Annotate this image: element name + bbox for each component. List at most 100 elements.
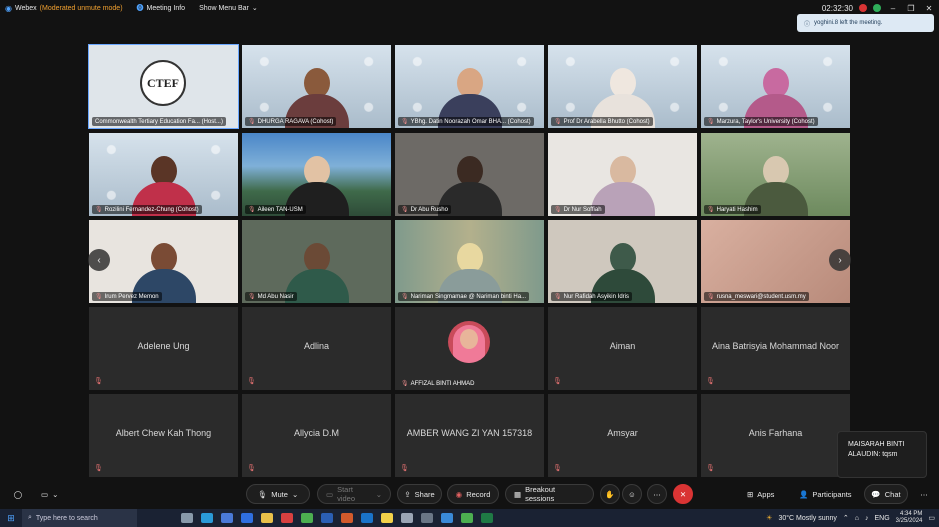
participant-name: Haryati Hashim [716,206,758,213]
participant-label: 🎙 Haryati Hashim [704,205,761,214]
notifications-icon[interactable]: ▭ [928,514,935,522]
participant-tile[interactable]: Adlina 🎙 [242,307,391,390]
participant-tile[interactable]: 🎙 Haryati Hashim [701,133,850,216]
participant-label: 🎙 AFFIZAL BINTI AHMAD [398,379,477,388]
security-status-icon [873,4,881,12]
sticky-notes-icon[interactable] [381,513,393,523]
calculator-icon[interactable] [421,513,433,523]
participants-button[interactable]: 👤 Participants [790,484,861,504]
more-icon: ⋯ [653,489,661,499]
chevron-up-icon[interactable]: ⌃ [843,514,849,522]
file-explorer-icon[interactable] [261,513,273,523]
previous-page-button[interactable]: ‹ [88,249,110,271]
mute-button[interactable]: 🎙 Mute ⌄ [246,484,310,504]
participant-tile[interactable]: 🎙 Nur Rafidah Asyikin Idris [548,220,697,303]
windows-start-icon[interactable]: ⊞ [0,513,22,524]
meeting-info-button[interactable]: ⓿ Meeting Info [137,3,186,13]
dropbox-icon[interactable] [241,513,253,523]
participant-tile[interactable]: 🎙 YBhg. Datin Noorazah Omar BHA... (Cohos… [395,45,544,128]
taskbar-apps [181,513,493,523]
participant-tile[interactable]: AMBER WANG ZI YAN 157318 🎙 [395,394,544,477]
participant-tile[interactable]: Amsyar 🎙 [548,394,697,477]
participant-tile[interactable]: 🎙 Rozilini Fernandez-Chung (Cohost) [89,133,238,216]
participant-tile[interactable]: 🎙 AFFIZAL BINTI AHMAD [395,307,544,390]
acrobat-icon[interactable] [281,513,293,523]
leave-meeting-button[interactable]: ✕ [673,484,693,504]
mic-muted-icon: 🎙 [401,294,409,300]
participant-tile[interactable]: 🎙 Prof Dr Arabella Bhutto (Cohost) [548,45,697,128]
apps-button[interactable]: ⊞ Apps [738,484,783,504]
participant-tile[interactable]: Anis Farhana 🎙 [701,394,850,477]
more-options-button[interactable]: ⋯ [647,484,667,504]
chevron-left-icon: ‹ [97,254,101,266]
participant-tile[interactable]: Albert Chew Kah Thong 🎙 [89,394,238,477]
participant-tile[interactable]: 🎙 DHURGA RAGAVA (Cohost) [242,45,391,128]
participant-tile[interactable]: 🎙 Md Abu Nasir [242,220,391,303]
participant-tile[interactable]: Aiman 🎙 [548,307,697,390]
raise-hand-button[interactable]: ✋ [600,484,620,504]
language-indicator[interactable]: ENG [875,515,890,522]
volume-icon[interactable]: ♪ [865,515,869,522]
mic-muted-icon: 🎙 [401,381,409,387]
task-view-icon[interactable] [181,513,193,523]
mic-muted-icon: 🎙 [553,378,562,385]
chevron-down-icon: ⌄ [52,489,59,499]
close-icon[interactable]: ✕ [923,4,935,13]
chrome-icon[interactable] [301,513,313,523]
excel-icon[interactable] [481,513,493,523]
captions-button[interactable]: ▭ ⌄ [32,484,67,504]
reactions-button[interactable]: ◯ [8,484,28,504]
weather-icon: ☀ [766,515,773,522]
show-menu-bar-button[interactable]: Show Menu Bar ⌄ [199,4,258,13]
apps-icon: ⊞ [747,489,754,499]
participant-tile[interactable]: 🎙 Dr Nur Soffiah [548,133,697,216]
outlook-icon[interactable] [361,513,373,523]
word-icon[interactable] [321,513,333,523]
taskbar-search[interactable]: ⌕ Type here to search [22,509,137,527]
reactions-emoji-button[interactable]: ☺ [622,484,642,504]
clock[interactable]: 4:34 PM 3/25/2024 [896,511,923,525]
chevron-down-icon: ⌄ [291,489,299,499]
webex-icon[interactable] [441,513,453,523]
weather-text[interactable]: 30°C Mostly sunny [778,515,836,522]
app-name: Webex [14,4,37,12]
restore-icon[interactable]: ❐ [905,4,917,13]
start-video-button[interactable]: ▭ Start video ⌄ [317,484,391,504]
participant-tile[interactable]: 🎙 Nariman Singmamae @ Nariman binti Ha... [395,220,544,303]
breakout-sessions-button[interactable]: ▦ Breakout sessions [505,484,594,504]
participant-tile[interactable]: Allycia D.M 🎙 [242,394,391,477]
participant-tile[interactable]: Aina Batrisyia Mohammad Noor 🎙 [701,307,850,390]
participant-name: rusna_meswari@student.usm.my [716,293,806,300]
participant-tile[interactable]: 🎙 Marzura, Taylor's University (Cohost) [701,45,850,128]
participant-tile[interactable]: 🎙 Dr Abu Rusho [395,133,544,216]
participant-tile[interactable]: 🎙 Aileen TAN-USM [242,133,391,216]
network-icon[interactable]: ⌂ [855,515,859,522]
hand-icon: ✋ [605,489,615,499]
next-page-button[interactable]: › [829,249,851,271]
chat-button[interactable]: 💬 Chat [864,484,908,504]
mic-muted-icon: 🎙 [554,119,562,125]
record-button[interactable]: ◉ Record [447,484,499,504]
participant-tile[interactable]: 🎙 Irum Pervez Memon [89,220,238,303]
edge-icon[interactable] [201,513,213,523]
meeting-info-label: Meeting Info [146,4,186,12]
app-icon[interactable] [401,513,413,523]
chevron-down-icon: ⌄ [375,489,382,499]
powerpoint-icon[interactable] [341,513,353,523]
participant-tile[interactable]: 🎙 rusna_meswari@student.usm.my [701,220,850,303]
mic-muted-icon: 🎙 [707,294,715,300]
store-icon[interactable] [221,513,233,523]
participant-name: AFFIZAL BINTI AHMAD [410,380,475,387]
participant-name: Adelene Ung [137,341,190,351]
share-button[interactable]: ⇪ Share [397,484,442,504]
participant-label: 🎙 Nur Rafidah Asyikin Idris [551,292,632,301]
chrome-icon[interactable] [461,513,473,523]
smiley-icon: ☺ [628,489,636,499]
panel-options-button[interactable]: ⋯ [914,484,934,504]
chat-message-popup[interactable]: MAISARAH BINTI ALAUDIN: tqsm [837,431,927,478]
participant-tile[interactable]: Adelene Ung 🎙 [89,307,238,390]
participant-tile[interactable]: CTEF Commonwealth Tertiary Education Fa.… [88,44,239,129]
mic-muted-icon: 🎙 [95,294,103,300]
chat-message-text: MAISARAH BINTI ALAUDIN: tqsm [848,441,905,458]
minimize-icon[interactable]: – [887,4,899,13]
